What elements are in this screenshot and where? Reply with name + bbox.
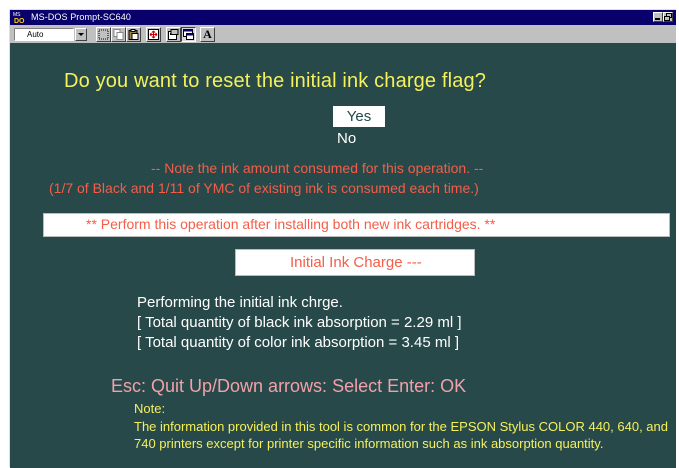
note-text: The information provided in this tool is… bbox=[134, 419, 668, 451]
copy-icon[interactable] bbox=[111, 27, 126, 42]
no-option[interactable]: No bbox=[337, 130, 356, 147]
status-line: Performing the initial ink chrge. bbox=[137, 294, 343, 311]
restore-icon[interactable] bbox=[663, 12, 673, 22]
reset-question: Do you want to reset the initial ink cha… bbox=[64, 70, 487, 92]
background-icon[interactable] bbox=[181, 27, 196, 42]
chevron-down-icon[interactable] bbox=[75, 28, 87, 41]
yes-option[interactable]: Yes bbox=[333, 106, 385, 127]
black-ink-absorption: [ Total quantity of black ink absorption… bbox=[137, 314, 462, 331]
ms-dos-window: MS DO MS-DOS Prompt-SC640 Auto A Do you … bbox=[9, 9, 676, 468]
font-icon[interactable]: A bbox=[200, 27, 215, 42]
mark-icon[interactable] bbox=[96, 27, 111, 42]
key-help: Esc: Quit Up/Down arrows: Select Enter: … bbox=[111, 376, 467, 396]
section-title-box: Initial Ink Charge --- bbox=[235, 249, 475, 276]
section-title: Initial Ink Charge --- bbox=[290, 254, 422, 271]
minimize-icon[interactable] bbox=[653, 12, 663, 22]
note-label: Note: bbox=[134, 401, 166, 416]
dos-screen: Do you want to reset the initial ink cha… bbox=[10, 43, 676, 468]
svg-text:DO: DO bbox=[14, 18, 25, 24]
properties-icon[interactable] bbox=[166, 27, 181, 42]
warning-box: ** Perform this operation after installi… bbox=[43, 213, 670, 237]
font-size-select[interactable]: Auto bbox=[14, 28, 74, 41]
ink-note-line-1: -- Note the ink amount consumed for this… bbox=[151, 160, 484, 176]
paste-icon[interactable] bbox=[126, 27, 141, 42]
window-title: MS-DOS Prompt-SC640 bbox=[31, 12, 131, 22]
title-bar[interactable]: MS DO MS-DOS Prompt-SC640 bbox=[10, 10, 676, 25]
font-size-value: Auto bbox=[27, 30, 44, 39]
cartridge-warning: ** Perform this operation after installi… bbox=[86, 216, 496, 232]
ink-note-line-2: (1/7 of Black and 1/11 of YMC of existin… bbox=[49, 180, 479, 196]
toolbar: Auto A bbox=[10, 26, 676, 43]
color-ink-absorption: [ Total quantity of color ink absorption… bbox=[137, 334, 459, 351]
ms-dos-icon[interactable]: MS DO bbox=[13, 11, 27, 25]
full-screen-icon[interactable] bbox=[146, 27, 161, 42]
